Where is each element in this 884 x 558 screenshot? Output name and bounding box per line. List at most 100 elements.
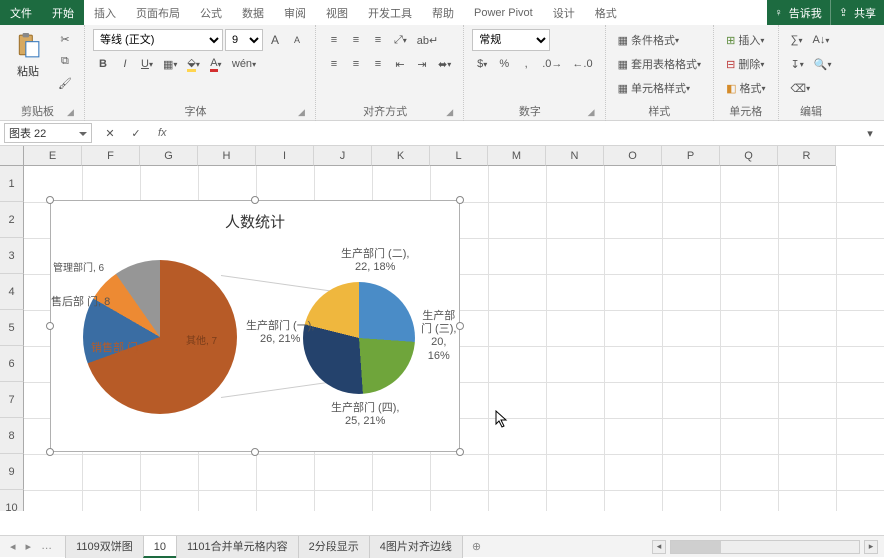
indent-inc-button[interactable]: ⇥ bbox=[412, 54, 432, 74]
row-header[interactable]: 7 bbox=[0, 382, 24, 418]
align-middle-button[interactable]: ≡ bbox=[346, 30, 366, 50]
sheet-nav-more[interactable]: … bbox=[39, 540, 54, 553]
col-header[interactable]: G bbox=[140, 146, 198, 166]
data-label[interactable]: 其他, 7 bbox=[186, 336, 217, 348]
dec-decimal-button[interactable]: ←.0 bbox=[568, 54, 596, 74]
col-header[interactable]: L bbox=[430, 146, 488, 166]
percent-button[interactable]: % bbox=[494, 54, 514, 74]
sheet-tab[interactable]: 4图片对齐边线 bbox=[369, 536, 463, 558]
share-button[interactable]: ⇪ 共享 bbox=[830, 0, 884, 25]
scroll-thumb[interactable] bbox=[671, 541, 721, 553]
row-header[interactable]: 3 bbox=[0, 238, 24, 274]
scroll-right-button[interactable]: ▸ bbox=[864, 540, 878, 554]
number-format-combo[interactable]: 常规 bbox=[472, 29, 550, 51]
data-label[interactable]: 管理部门, 6 bbox=[53, 263, 104, 275]
table-format-button[interactable]: ▦ 套用表格格式▾ bbox=[614, 54, 705, 74]
row-header[interactable]: 9 bbox=[0, 454, 24, 490]
data-label[interactable]: 生产部门 (三),20,16% bbox=[421, 310, 456, 363]
sheet-nav-prev[interactable]: ◂ bbox=[8, 540, 18, 553]
inc-decimal-button[interactable]: .0→ bbox=[538, 54, 566, 74]
align-right-button[interactable]: ≡ bbox=[368, 54, 388, 74]
indent-dec-button[interactable]: ⇤ bbox=[390, 54, 410, 74]
format-cells-button[interactable]: ◧ 格式▾ bbox=[722, 78, 769, 98]
copy-button[interactable]: ⧉ bbox=[54, 51, 76, 71]
col-header[interactable]: F bbox=[82, 146, 140, 166]
tab-powerpivot[interactable]: Power Pivot bbox=[464, 0, 543, 25]
tab-layout[interactable]: 页面布局 bbox=[126, 0, 190, 25]
resize-handle-ne[interactable] bbox=[456, 196, 464, 204]
tab-view[interactable]: 视图 bbox=[316, 0, 358, 25]
col-header[interactable]: I bbox=[256, 146, 314, 166]
tell-me[interactable]: ♀ 告诉我 bbox=[767, 0, 830, 25]
align-bottom-button[interactable]: ≡ bbox=[368, 30, 388, 50]
grow-font-button[interactable]: A bbox=[265, 30, 285, 50]
data-label[interactable]: 生产部门 (二),22, 18% bbox=[341, 248, 409, 274]
col-header[interactable]: P bbox=[662, 146, 720, 166]
align-left-button[interactable]: ≡ bbox=[324, 54, 344, 74]
comma-button[interactable]: , bbox=[516, 54, 536, 74]
resize-handle-nw[interactable] bbox=[46, 196, 54, 204]
col-header[interactable]: O bbox=[604, 146, 662, 166]
select-all-corner[interactable] bbox=[0, 146, 24, 166]
sheet-tab[interactable]: 1109双饼图 bbox=[65, 536, 144, 558]
orientation-button[interactable]: ⤢▾ bbox=[390, 30, 411, 50]
cancel-formula-button[interactable]: ✕ bbox=[100, 123, 120, 143]
paste-button[interactable]: 粘贴 bbox=[8, 29, 48, 79]
tab-insert[interactable]: 插入 bbox=[84, 0, 126, 25]
cut-button[interactable]: ✂ bbox=[54, 29, 76, 49]
data-label[interactable]: 售后部 门, 8 bbox=[51, 296, 110, 309]
wrap-text-button[interactable]: ab↵ bbox=[413, 30, 442, 50]
shrink-font-button[interactable]: A bbox=[287, 30, 307, 50]
chart-plot-area[interactable]: 管理部门, 6 售后部 门, 8 销售部 门 其他, 7 生产部门 (一),26… bbox=[51, 232, 459, 452]
enter-formula-button[interactable]: ✓ bbox=[126, 123, 146, 143]
align-dialog-icon[interactable]: ◢ bbox=[446, 103, 453, 121]
font-color-button[interactable]: A▾ bbox=[206, 54, 226, 74]
data-label[interactable]: 生产部门 (四),25, 21% bbox=[331, 402, 399, 428]
font-dialog-icon[interactable]: ◢ bbox=[298, 103, 305, 121]
cell-style-button[interactable]: ▦ 单元格样式▾ bbox=[614, 78, 694, 98]
currency-button[interactable]: $▾ bbox=[472, 54, 492, 74]
resize-handle-n[interactable] bbox=[251, 196, 259, 204]
row-headers[interactable]: 12345678910 bbox=[0, 166, 24, 511]
tab-file[interactable]: 文件 bbox=[0, 0, 42, 25]
add-sheet-button[interactable]: ⊕ bbox=[462, 536, 491, 558]
sheet-nav-next[interactable]: ▸ bbox=[24, 540, 34, 553]
tab-design[interactable]: 设计 bbox=[543, 0, 585, 25]
phonetic-button[interactable]: wén▾ bbox=[228, 54, 260, 74]
col-header[interactable]: R bbox=[778, 146, 836, 166]
tab-formulas[interactable]: 公式 bbox=[190, 0, 232, 25]
data-label[interactable]: 销售部 门 bbox=[91, 342, 138, 355]
chart-object[interactable]: 人数统计 管理部门, 6 售后部 门, 8 销售部 门 其他, 7 生产部门 (… bbox=[50, 200, 460, 452]
tab-help[interactable]: 帮助 bbox=[422, 0, 464, 25]
align-center-button[interactable]: ≡ bbox=[346, 54, 366, 74]
border-button[interactable]: ▦▾ bbox=[159, 54, 181, 74]
row-header[interactable]: 1 bbox=[0, 166, 24, 202]
fill-color-button[interactable]: ⬙▾ bbox=[183, 54, 203, 74]
merge-button[interactable]: ⬌▾ bbox=[434, 54, 455, 74]
bold-button[interactable]: B bbox=[93, 54, 113, 74]
col-header[interactable]: N bbox=[546, 146, 604, 166]
name-box[interactable]: 图表 22 bbox=[4, 123, 92, 143]
tab-dev[interactable]: 开发工具 bbox=[358, 0, 422, 25]
data-label[interactable]: 生产部门 (一),26, 21% bbox=[246, 320, 314, 346]
font-size-combo[interactable]: 9 bbox=[225, 29, 263, 51]
row-header[interactable]: 8 bbox=[0, 418, 24, 454]
tab-format[interactable]: 格式 bbox=[585, 0, 627, 25]
insert-cells-button[interactable]: ⊞ 插入▾ bbox=[722, 30, 768, 50]
column-headers[interactable]: EFGHIJKLMNOPQR bbox=[24, 146, 836, 166]
scroll-left-button[interactable]: ◂ bbox=[652, 540, 666, 554]
number-dialog-icon[interactable]: ◢ bbox=[588, 103, 595, 121]
autosum-button[interactable]: ∑▾ bbox=[787, 30, 807, 50]
chart-title[interactable]: 人数统计 bbox=[51, 211, 459, 232]
row-header[interactable]: 10 bbox=[0, 490, 24, 511]
find-button[interactable]: 🔍▾ bbox=[810, 54, 836, 74]
italic-button[interactable]: I bbox=[115, 54, 135, 74]
delete-cells-button[interactable]: ⊟ 删除▾ bbox=[722, 54, 768, 74]
font-family-combo[interactable]: 等线 (正文) bbox=[93, 29, 223, 51]
sheet-tab[interactable]: 1101合并单元格内容 bbox=[176, 536, 299, 558]
cond-format-button[interactable]: ▦ 条件格式▾ bbox=[614, 30, 683, 50]
scroll-track[interactable] bbox=[670, 540, 860, 554]
row-header[interactable]: 4 bbox=[0, 274, 24, 310]
col-header[interactable]: Q bbox=[720, 146, 778, 166]
tab-review[interactable]: 审阅 bbox=[274, 0, 316, 25]
